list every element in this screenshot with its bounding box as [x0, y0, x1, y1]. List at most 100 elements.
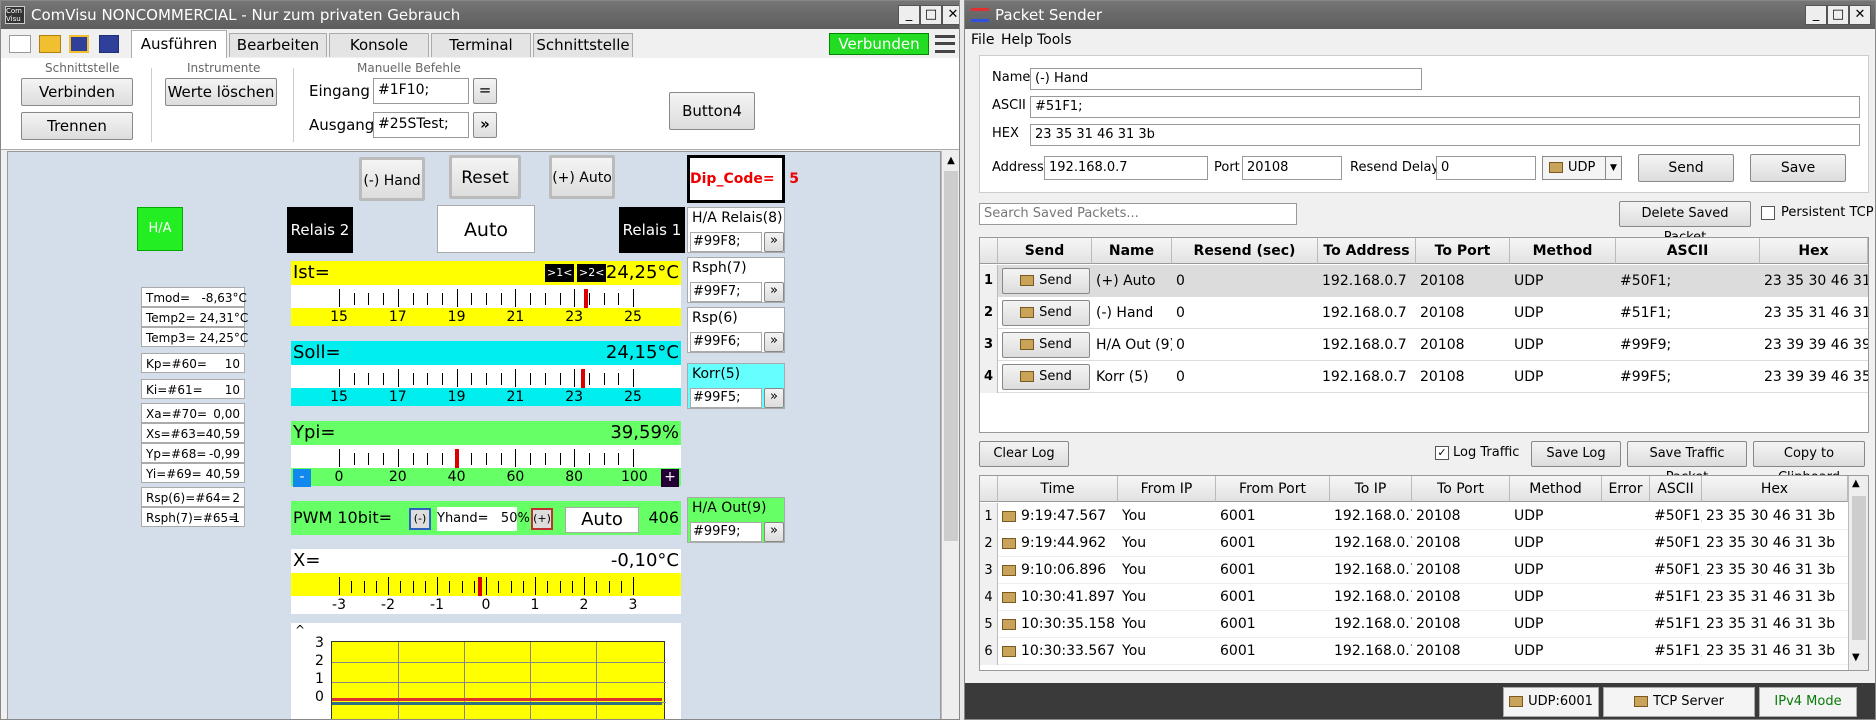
saved-row[interactable]: 2 Send (-) Hand 0 192.168.0.7 20108 UDP #51F1; 2… — [980, 297, 1868, 329]
save-button[interactable]: Save — [1750, 154, 1846, 182]
tab-schnittstelle[interactable]: Schnittstelle — [533, 33, 633, 57]
search-saved-packets-input[interactable]: Search Saved Packets... — [979, 203, 1297, 225]
yhand-plus-button[interactable]: (+) — [531, 508, 553, 530]
new-file-icon[interactable] — [9, 35, 31, 53]
save-log-button[interactable]: Save Log — [1531, 441, 1621, 467]
verbinden-button[interactable]: Verbinden — [21, 78, 133, 106]
log-column-header[interactable]: To IP — [1330, 476, 1412, 502]
yhand-minus-button[interactable]: (-) — [409, 508, 431, 530]
row-send-button[interactable]: Send — [1002, 300, 1090, 326]
maximize-button[interactable]: □ — [1827, 5, 1849, 25]
side-send-button[interactable]: » — [764, 522, 784, 542]
maximize-button[interactable]: □ — [920, 5, 942, 25]
log-scrollbar[interactable]: ▲ ▼ — [1848, 476, 1868, 670]
packet-sender-titlebar: Packet Sender _ □ ✕ — [965, 1, 1875, 29]
saved-column-header[interactable]: Name — [1092, 238, 1172, 264]
saved-column-header[interactable]: Hex — [1760, 238, 1868, 264]
save-icon[interactable] — [69, 35, 89, 53]
saved-column-header[interactable]: Method — [1510, 238, 1616, 264]
saved-column-header[interactable]: To Port — [1416, 238, 1510, 264]
reset-button[interactable]: Reset — [449, 155, 521, 199]
copy-to-clipboard-button[interactable]: Copy to Clipboard — [1753, 441, 1865, 485]
ypi-plus-button[interactable]: + — [661, 469, 679, 487]
save-traffic-packet-button[interactable]: Save Traffic Packet — [1627, 441, 1747, 485]
side-box-field[interactable]: #99F9; — [690, 522, 762, 542]
side-send-button[interactable]: » — [764, 388, 784, 408]
close-button[interactable]: ✕ — [1849, 5, 1871, 25]
saved-row[interactable]: 4 Send Korr (5) 0 192.168.0.7 20108 UDP #99F5; 2… — [980, 361, 1868, 393]
hex-field[interactable]: 23 35 31 46 31 3b — [1030, 124, 1860, 146]
protocol-select[interactable]: UDP ▼ — [1542, 156, 1622, 180]
log-column-header[interactable]: From IP — [1118, 476, 1216, 502]
close-button[interactable]: ✕ — [942, 5, 959, 25]
log-row[interactable]: 1 9:19:47.567 You 6001 192.168.0.7 20108 UDP #5… — [980, 503, 1848, 530]
persistent-tcp-checkbox[interactable] — [1761, 205, 1775, 220]
value-label: Xs=#63= — [146, 427, 206, 441]
address-field[interactable]: 192.168.0.7 — [1044, 156, 1208, 180]
open-folder-icon[interactable] — [39, 35, 61, 53]
minimize-button[interactable]: _ — [1805, 5, 1827, 25]
minimize-button[interactable]: _ — [898, 5, 920, 25]
ascii-field[interactable]: #51F1; — [1030, 96, 1860, 118]
delete-saved-packet-button[interactable]: Delete Saved Packet — [1619, 201, 1751, 245]
ypi-minus-button[interactable]: - — [293, 469, 311, 487]
tab-terminal[interactable]: Terminal — [431, 33, 531, 57]
trennen-button[interactable]: Trennen — [21, 112, 133, 140]
log-column-header[interactable]: To Port — [1412, 476, 1510, 502]
log-row[interactable]: 3 9:10:06.896 You 6001 192.168.0.7 20108 UDP #5… — [980, 557, 1848, 584]
saved-column-header[interactable]: Send — [998, 238, 1092, 264]
tab-konsole[interactable]: Konsole — [329, 33, 429, 57]
clear-log-button[interactable]: Clear Log — [979, 441, 1069, 467]
port-field[interactable]: 20108 — [1242, 156, 1342, 180]
side-send-button[interactable]: » — [764, 332, 784, 352]
saved-row[interactable]: 1 Send (+) Auto 0 192.168.0.7 20108 UDP #50F1; 2… — [980, 265, 1868, 297]
menu-help[interactable]: Help — [1001, 29, 1033, 51]
side-box-field[interactable]: #99F8; — [690, 232, 762, 252]
menu-file[interactable]: File — [971, 29, 994, 51]
vertical-scrollbar[interactable]: ▲ — [941, 151, 959, 719]
side-send-button[interactable]: » — [764, 282, 784, 302]
saved-column-header[interactable]: To Address — [1318, 238, 1416, 264]
row-send-button[interactable]: Send — [1002, 268, 1090, 294]
saved-row[interactable]: 3 Send H/A Out (9) 0 192.168.0.7 20108 UDP #99F… — [980, 329, 1868, 361]
ausgang-send-button[interactable]: » — [473, 112, 497, 138]
log-column-header[interactable]: Time — [998, 476, 1118, 502]
resend-field[interactable]: 0 — [1436, 156, 1536, 180]
side-box-field[interactable]: #99F7; — [690, 282, 762, 302]
eingang-field[interactable]: #1F10; — [373, 78, 469, 104]
log-row[interactable]: 5 10:30:35.158 You 6001 192.168.0.7 20108 UDP #… — [980, 611, 1848, 638]
trend-chart: ^ 3 2 1 0 — [291, 623, 681, 719]
side-send-button[interactable]: » — [764, 232, 784, 252]
eingang-equals-button[interactable]: = — [473, 78, 497, 104]
log-row[interactable]: 2 9:19:44.962 You 6001 192.168.0.7 20108 UDP #5… — [980, 530, 1848, 557]
tab-bearbeiten[interactable]: Bearbeiten — [229, 33, 327, 57]
hand-button[interactable]: (-) Hand — [359, 157, 425, 201]
button4[interactable]: Button4 — [669, 92, 755, 130]
menu-tools[interactable]: Tools — [1037, 29, 1072, 51]
auto-button[interactable]: (+) Auto — [549, 155, 615, 199]
ypi-label: Ypi= — [293, 422, 336, 443]
log-column-header[interactable]: Error — [1602, 476, 1650, 502]
row-send-button[interactable]: Send — [1002, 364, 1090, 390]
saved-column-header[interactable]: ASCII — [1616, 238, 1760, 264]
name-field[interactable]: (-) Hand — [1030, 68, 1422, 90]
log-cell: 23 35 31 46 31 3b — [1706, 616, 1836, 632]
log-row[interactable]: 6 10:30:33.567 You 6001 192.168.0.7 20108 UDP #… — [980, 638, 1848, 665]
werte-loeschen-button[interactable]: Werte löschen — [165, 78, 277, 106]
side-box-field[interactable]: #99F6; — [690, 332, 762, 352]
log-column-header[interactable]: ASCII — [1650, 476, 1702, 502]
row-send-button[interactable]: Send — [1002, 332, 1090, 358]
log-traffic-checkbox[interactable]: ✓ — [1435, 445, 1449, 460]
log-column-header[interactable]: Method — [1510, 476, 1602, 502]
hamburger-menu-icon[interactable] — [935, 35, 955, 53]
log-row[interactable]: 4 10:30:41.897 You 6001 192.168.0.7 20108 UDP #… — [980, 584, 1848, 611]
log-column-header[interactable]: From Port — [1216, 476, 1330, 502]
save-as-icon[interactable] — [99, 35, 119, 53]
side-box-field[interactable]: #99F5; — [690, 388, 762, 408]
ausgang-field[interactable]: #25STest; — [373, 112, 469, 138]
ipv-mode-status[interactable]: IPv4 Mode — [1759, 687, 1857, 717]
log-column-header[interactable]: Hex — [1702, 476, 1848, 502]
tab-ausfuehren[interactable]: Ausführen — [131, 30, 227, 58]
saved-column-header[interactable]: Resend (sec) — [1172, 238, 1318, 264]
send-button[interactable]: Send — [1638, 154, 1734, 182]
